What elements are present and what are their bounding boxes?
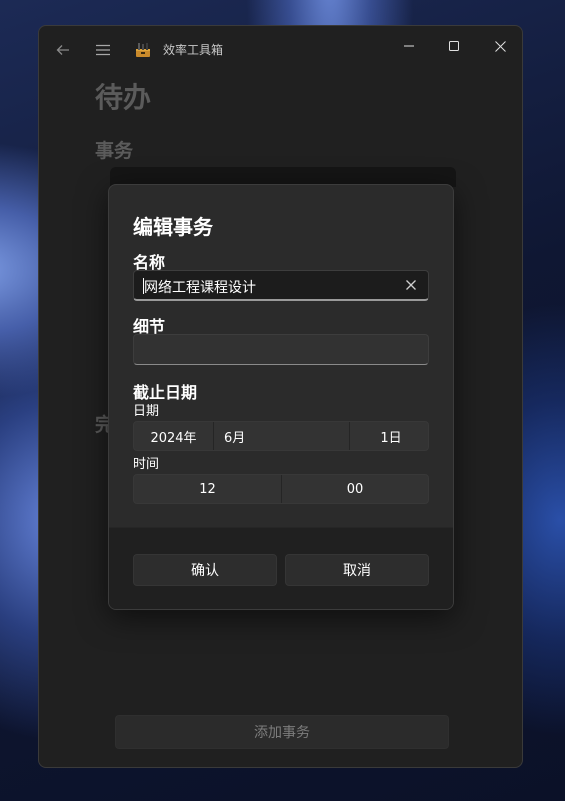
events-section-heading: 事务 — [95, 140, 134, 162]
date-label: 日期 — [133, 404, 160, 419]
edit-event-dialog: 编辑事务 名称 网络工程课程设计 细节 截止日期 日期 2024年 6月 1日 … — [108, 184, 454, 610]
confirm-button[interactable]: 确认 — [133, 554, 277, 586]
back-arrow-icon[interactable] — [51, 38, 75, 62]
date-picker-month[interactable]: 6月 — [214, 422, 350, 450]
page-title: 待办 — [95, 81, 152, 114]
detail-field[interactable] — [133, 334, 429, 365]
minimize-icon[interactable] — [387, 32, 431, 60]
time-picker[interactable]: 12 00 — [133, 474, 429, 504]
toolbox-icon — [135, 42, 151, 58]
time-label: 时间 — [133, 457, 160, 472]
close-icon[interactable] — [478, 32, 522, 60]
hamburger-menu-icon[interactable] — [91, 38, 115, 62]
name-field-value: 网络工程课程设计 — [144, 280, 256, 296]
time-picker-minute[interactable]: 00 — [282, 475, 428, 503]
app-title: 效率工具箱 — [163, 43, 224, 57]
clear-icon[interactable] — [404, 278, 418, 292]
title-bar: 效率工具箱 — [39, 26, 522, 74]
dialog-title: 编辑事务 — [133, 215, 213, 239]
date-picker[interactable]: 2024年 6月 1日 — [133, 421, 429, 451]
date-picker-year[interactable]: 2024年 — [134, 422, 214, 450]
time-picker-hour[interactable]: 12 — [134, 475, 282, 503]
add-event-button[interactable]: 添加事务 — [115, 715, 449, 749]
dialog-footer: 确认 取消 — [109, 527, 453, 609]
cancel-button[interactable]: 取消 — [285, 554, 429, 586]
maximize-icon[interactable] — [432, 32, 476, 60]
date-picker-day[interactable]: 1日 — [350, 422, 428, 450]
name-field[interactable]: 网络工程课程设计 — [133, 270, 429, 301]
